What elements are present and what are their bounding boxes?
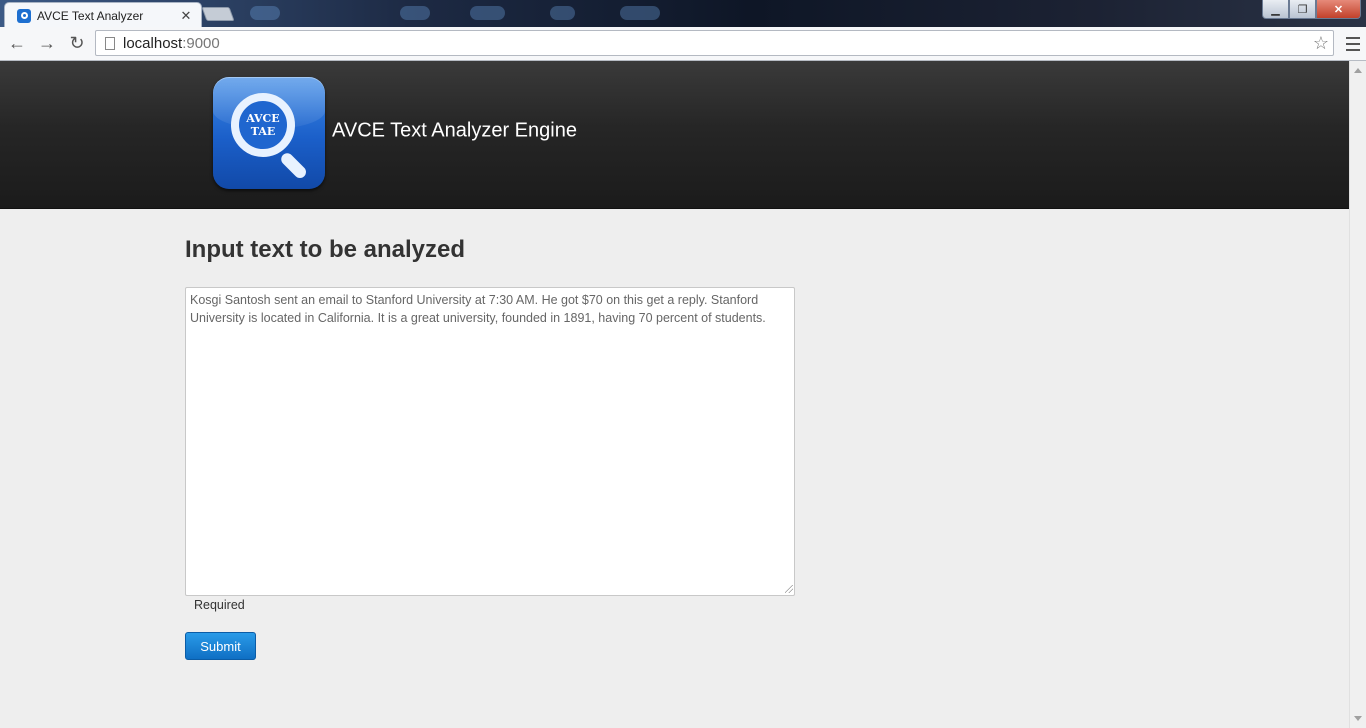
- browser-menu-icon[interactable]: [1346, 37, 1360, 51]
- main-form: Input text to be analyzed Kosgi Santosh …: [185, 236, 795, 660]
- reload-icon[interactable]: ↻: [63, 30, 91, 58]
- titlebar-glow: [550, 6, 575, 20]
- browser-tab-active[interactable]: AVCE Text Analyzer ✕: [4, 2, 202, 27]
- minimize-button[interactable]: ▁: [1262, 0, 1289, 19]
- bookmark-star-icon[interactable]: ☆: [1313, 33, 1329, 54]
- new-tab-button[interactable]: [201, 7, 235, 21]
- window-controls: ▁ ❐ ✕: [1262, 0, 1361, 19]
- input-textarea[interactable]: Kosgi Santosh sent an email to Stanford …: [185, 287, 795, 596]
- magnifier-handle: [278, 150, 309, 181]
- titlebar-glow: [400, 6, 430, 20]
- url-text[interactable]: localhost:9000: [123, 35, 1313, 52]
- scroll-down-arrow-icon[interactable]: [1354, 716, 1362, 721]
- titlebar-glow: [620, 6, 660, 20]
- forward-arrow-icon[interactable]: →: [33, 30, 61, 58]
- vertical-scrollbar[interactable]: [1349, 61, 1366, 728]
- back-arrow-icon[interactable]: ←: [3, 30, 31, 58]
- submit-button[interactable]: Submit: [185, 632, 256, 660]
- titlebar-glow: [250, 6, 280, 20]
- url-port: :9000: [182, 34, 220, 52]
- close-window-button[interactable]: ✕: [1316, 0, 1361, 19]
- logo-text-line2: TAE: [250, 125, 276, 138]
- url-host: localhost: [123, 34, 183, 52]
- titlebar-glow: [470, 6, 505, 20]
- page-viewport: AVCE TAE AVCE Text Analyzer Engine Input…: [0, 61, 1366, 728]
- page-icon: [105, 36, 115, 50]
- tab-title: AVCE Text Analyzer: [37, 8, 144, 23]
- favicon-icon: [17, 8, 31, 23]
- scroll-up-arrow-icon[interactable]: [1354, 68, 1362, 73]
- site-header: AVCE TAE AVCE Text Analyzer Engine: [0, 61, 1349, 209]
- page-heading: Input text to be analyzed: [185, 236, 466, 263]
- browser-toolbar: ← → ↻ localhost:9000 ☆: [0, 27, 1366, 61]
- required-label: Required: [194, 598, 245, 612]
- site-logo[interactable]: AVCE TAE: [213, 77, 325, 189]
- logo-text-line1: AVCE: [246, 112, 280, 125]
- magnifier-icon: AVCE TAE: [231, 93, 295, 157]
- address-bar[interactable]: localhost:9000 ☆: [95, 30, 1334, 56]
- textarea-resize-handle[interactable]: [785, 585, 793, 593]
- site-title[interactable]: AVCE Text Analyzer Engine: [332, 120, 577, 143]
- window-titlebar: AVCE Text Analyzer ✕ ▁ ❐ ✕: [0, 0, 1366, 27]
- maximize-button[interactable]: ❐: [1289, 0, 1316, 19]
- tab-close-icon[interactable]: ✕: [177, 8, 195, 24]
